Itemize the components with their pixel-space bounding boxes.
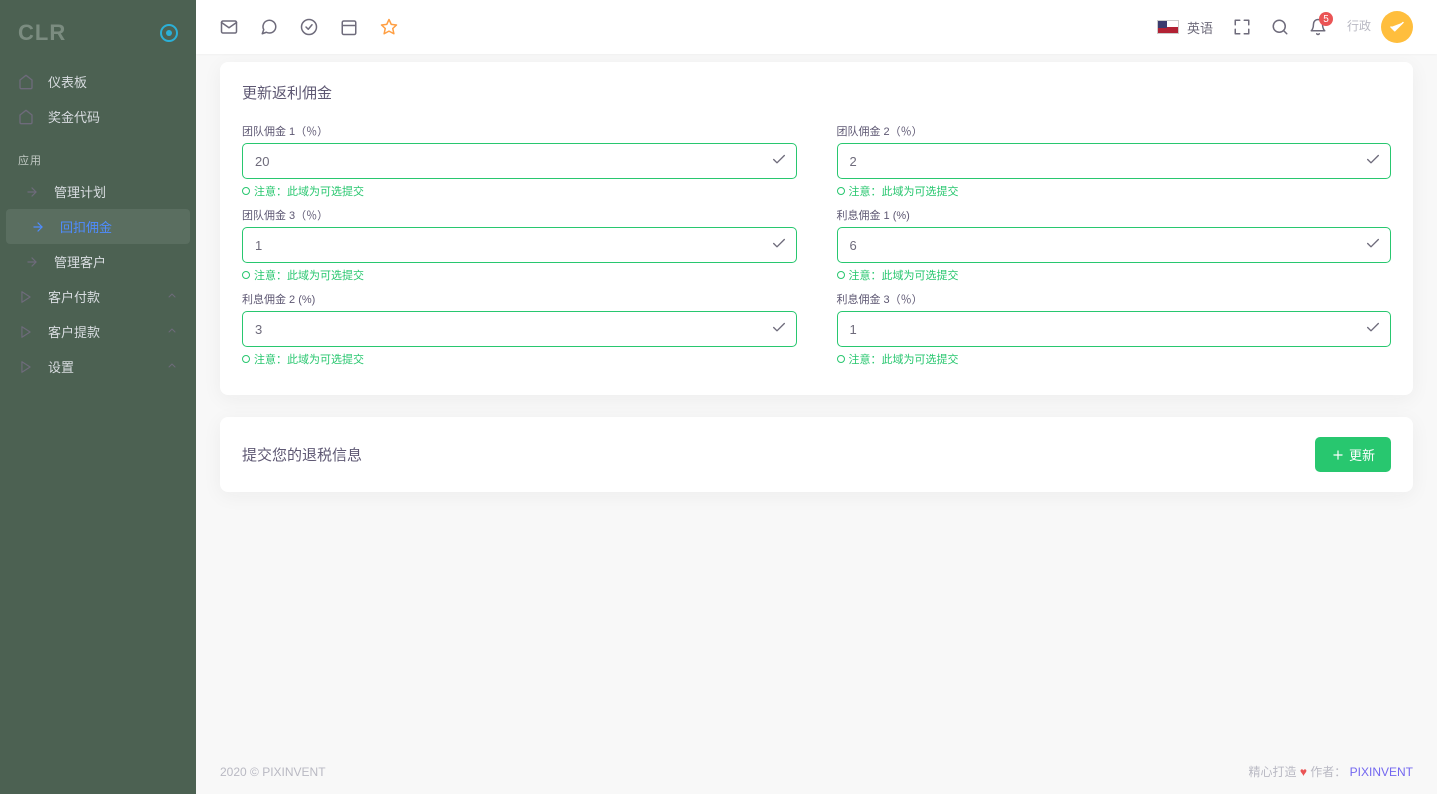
sidebar-item-manage-customer[interactable]: 管理客户	[0, 244, 196, 279]
field-hint: 注意：此域为可选提交	[837, 351, 1392, 367]
sidebar-section-apps: 应用	[0, 134, 196, 174]
field-interest-commission-3: 利息佣金 3（％） 注意：此域为可选提交	[837, 291, 1392, 373]
brand-row: CLR	[0, 10, 196, 64]
field-label: 利息佣金 3（％）	[837, 291, 1392, 307]
team-commission-3-input[interactable]	[242, 227, 797, 263]
chevron-up-icon	[166, 289, 178, 304]
heart-icon: ♥	[1300, 765, 1307, 779]
footer-credits: 精心打造 ♥ 作者： PIXINVENT	[1248, 763, 1413, 780]
field-team-commission-2: 团队佣金 2（％） 注意：此域为可选提交	[837, 123, 1392, 205]
avatar	[1381, 11, 1413, 43]
brand-logo: CLR	[18, 20, 66, 46]
sidebar-item-bonuscode[interactable]: 奖金代码	[0, 99, 196, 134]
check-icon	[1365, 320, 1381, 339]
arrow-right-icon	[24, 254, 40, 270]
sidebar-item-label: 奖金代码	[48, 107, 100, 126]
play-icon	[18, 289, 34, 305]
field-label: 团队佣金 1（％）	[242, 123, 797, 139]
check-icon	[771, 152, 787, 171]
field-hint: 注意：此域为可选提交	[242, 183, 797, 199]
language-label: 英语	[1187, 18, 1213, 37]
sidebar: CLR 仪表板 奖金代码 应用 管理计划 回扣佣金 管理客户 客户付款	[0, 0, 196, 794]
footer: 2020 © PIXINVENT 精心打造 ♥ 作者： PIXINVENT	[196, 749, 1437, 794]
sidebar-item-label: 管理客户	[54, 252, 106, 271]
sidebar-item-customer-payment[interactable]: 客户付款	[0, 279, 196, 314]
field-hint: 注意：此域为可选提交	[837, 183, 1392, 199]
submit-card: 提交您的退税信息 更新	[220, 417, 1413, 492]
check-circle-icon[interactable]	[300, 18, 318, 36]
star-icon[interactable]	[380, 18, 398, 36]
content: 更新返利佣金 团队佣金 1（％） 注意：此域为可选提交 团队佣金 2（％）	[196, 54, 1437, 749]
rebate-form-card: 更新返利佣金 团队佣金 1（％） 注意：此域为可选提交 团队佣金 2（％）	[220, 62, 1413, 395]
team-commission-1-input[interactable]	[242, 143, 797, 179]
interest-commission-1-input[interactable]	[837, 227, 1392, 263]
play-icon	[18, 359, 34, 375]
sidebar-item-label: 客户提款	[48, 322, 100, 341]
field-interest-commission-1: 利息佣金 1 (%) 注意：此域为可选提交	[837, 207, 1392, 289]
field-label: 团队佣金 3（％）	[242, 207, 797, 223]
sidebar-item-manage-plan[interactable]: 管理计划	[0, 174, 196, 209]
update-button[interactable]: 更新	[1315, 437, 1391, 472]
topbar: 英语 5 行政	[196, 0, 1437, 54]
sidebar-item-label: 回扣佣金	[60, 217, 112, 236]
field-label: 团队佣金 2（％）	[837, 123, 1392, 139]
main-area: 英语 5 行政 更新返利佣金	[196, 0, 1437, 794]
team-commission-2-input[interactable]	[837, 143, 1392, 179]
home-icon	[18, 109, 34, 125]
sidebar-item-label: 设置	[48, 357, 74, 376]
mail-icon[interactable]	[220, 18, 238, 36]
user-role: 行政	[1347, 19, 1371, 35]
sidebar-item-settings[interactable]: 设置	[0, 349, 196, 384]
sidebar-item-label: 客户付款	[48, 287, 100, 306]
interest-commission-3-input[interactable]	[837, 311, 1392, 347]
footer-copyright: 2020 © PIXINVENT	[220, 765, 326, 779]
arrow-right-icon	[30, 219, 46, 235]
check-icon	[1365, 152, 1381, 171]
sidebar-item-customer-withdraw[interactable]: 客户提款	[0, 314, 196, 349]
user-menu[interactable]: 行政	[1347, 11, 1413, 43]
plus-icon	[1331, 448, 1345, 462]
update-button-label: 更新	[1349, 445, 1375, 464]
calendar-icon[interactable]	[340, 18, 358, 36]
field-label: 利息佣金 1 (%)	[837, 207, 1392, 223]
field-hint: 注意：此域为可选提交	[837, 267, 1392, 283]
search-icon[interactable]	[1271, 18, 1289, 36]
maximize-icon[interactable]	[1233, 18, 1251, 36]
notification-count-badge: 5	[1319, 12, 1333, 26]
footer-author-link[interactable]: PIXINVENT	[1350, 765, 1413, 779]
home-icon	[18, 74, 34, 90]
field-label: 利息佣金 2 (%)	[242, 291, 797, 307]
sidebar-item-label: 仪表板	[48, 72, 87, 91]
play-icon	[18, 324, 34, 340]
notifications-button[interactable]: 5	[1309, 18, 1327, 36]
sidebar-item-label: 管理计划	[54, 182, 106, 201]
check-icon	[771, 320, 787, 339]
field-interest-commission-2: 利息佣金 2 (%) 注意：此域为可选提交	[242, 291, 797, 373]
field-team-commission-1: 团队佣金 1（％） 注意：此域为可选提交	[242, 123, 797, 205]
target-icon[interactable]	[160, 24, 178, 42]
arrow-right-icon	[24, 184, 40, 200]
field-hint: 注意：此域为可选提交	[242, 267, 797, 283]
chevron-up-icon	[166, 324, 178, 339]
sidebar-item-rebate-commission[interactable]: 回扣佣金	[6, 209, 190, 244]
field-hint: 注意：此域为可选提交	[242, 351, 797, 367]
submit-title: 提交您的退税信息	[242, 444, 362, 465]
chat-icon[interactable]	[260, 18, 278, 36]
interest-commission-2-input[interactable]	[242, 311, 797, 347]
chevron-up-icon	[166, 359, 178, 374]
check-icon	[771, 236, 787, 255]
card-title: 更新返利佣金	[242, 82, 1391, 103]
flag-icon	[1157, 20, 1179, 34]
sidebar-item-dashboard[interactable]: 仪表板	[0, 64, 196, 99]
field-team-commission-3: 团队佣金 3（％） 注意：此域为可选提交	[242, 207, 797, 289]
language-selector[interactable]: 英语	[1157, 18, 1213, 37]
check-icon	[1365, 236, 1381, 255]
